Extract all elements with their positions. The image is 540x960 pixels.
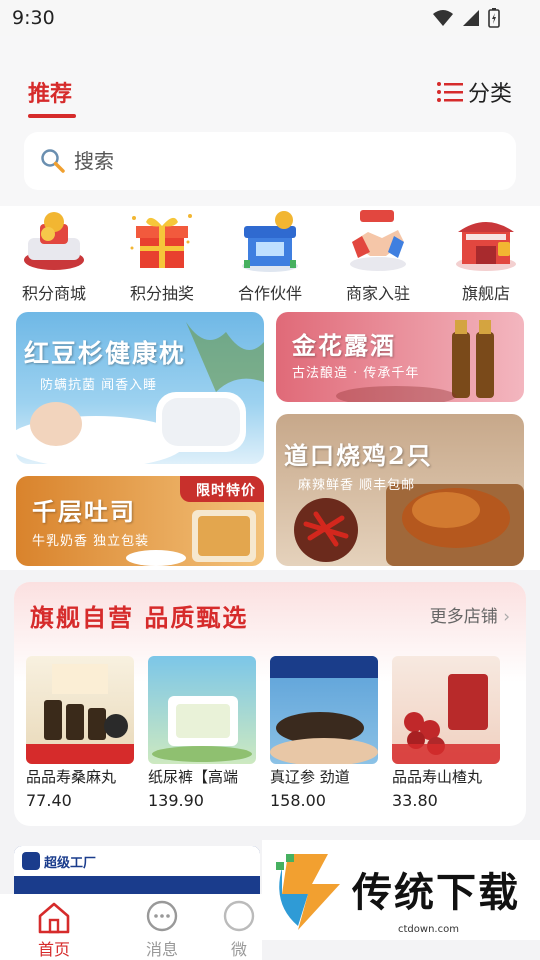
banner-wine-title: 金花露酒 [292,331,396,360]
gift-box-icon [130,214,192,268]
product-price: 77.40 [26,791,72,810]
search-icon [41,149,65,173]
banner-wine-subtitle: 古法酿造 · 传承千年 [292,366,420,381]
banner-toast-title: 千层吐司 [32,497,136,526]
tab-home-label: 首页 [37,940,70,959]
quick-item-lottery[interactable]: 积分抽奖 [108,206,216,310]
category-button[interactable]: 分类 [436,76,512,108]
product-price: 158.00 [270,791,326,810]
quick-item-flagship[interactable]: 旗舰店 [432,206,540,310]
tab-messages[interactable]: 消息 [108,894,216,960]
store-icon [242,211,298,272]
banner-chicken-subtitle: 麻辣鲜香 顺丰包邮 [298,478,416,493]
status-bar: 9:30 [0,0,540,36]
quick-item-label: 商家入驻 [345,284,410,303]
tab-third-label: 微 [230,940,247,959]
tab-underline [28,114,76,118]
more-stores-label: 更多店铺 [429,607,498,627]
quick-item-label: 积分商城 [21,284,86,303]
home-icon [38,902,70,934]
product-price: 33.80 [392,791,438,810]
product-price: 139.90 [148,791,204,810]
points-mall-icon [24,212,84,270]
wifi-icon [433,10,453,26]
product-list: 品品寿桑麻丸 77.40 纸尿裤【高端 139.90 真辽参 劲道 158.00 [26,656,516,810]
bottom-tabbar: 首页 消息 微 [0,894,262,960]
more-stores-link[interactable]: 更多店铺 › [430,602,510,627]
sea-cucumber-illustration [270,656,378,764]
product-image [270,656,378,764]
quick-item-label: 积分抽奖 [129,284,194,303]
product-name: 真辽参 劲道 [270,768,350,786]
banner-pillow-title: 红豆杉健康枕 [24,339,187,368]
tab-home[interactable]: 首页 [0,894,108,960]
banner-pillow[interactable]: 红豆杉健康枕 防螨抗菌 闻香入睡 [16,312,264,464]
quick-icons: 积分商城 积分抽奖 合作伙伴 商家入驻 旗舰店 [0,206,540,310]
product-card[interactable]: 纸尿裤【高端 139.90 [148,656,256,810]
quick-item-label: 合作伙伴 [237,284,302,303]
promo-banners: 红豆杉健康枕 防螨抗菌 闻香入睡 金花露酒 古法酿造 · 传承千年 限时特价 千… [0,310,540,570]
category-label: 分类 [467,82,512,107]
search-bar[interactable] [24,132,516,190]
flagship-title: 旗舰自营 品质甄选 [30,603,249,632]
product-name: 品品寿山楂丸 [392,768,483,786]
banner-wine[interactable]: 金花露酒 古法酿造 · 传承千年 [276,312,524,402]
banner-pillow-subtitle: 防螨抗菌 闻香入睡 [40,378,158,393]
quick-item-merchant[interactable]: 商家入驻 [324,206,432,310]
product-image [26,656,134,764]
status-time: 9:30 [12,7,55,29]
chat-bubble-icon [146,900,178,932]
banner-toast[interactable]: 限时特价 千层吐司 牛乳奶香 独立包装 [16,476,264,566]
product-card[interactable]: 品品寿桑麻丸 77.40 [26,656,134,810]
banner-chicken[interactable]: 道口烧鸡2只 麻辣鲜香 顺丰包邮 [276,414,524,566]
product-name: 纸尿裤【高端 [148,768,239,786]
list-icon [436,82,463,102]
tab-third[interactable]: 微 [216,894,262,960]
quick-item-partners[interactable]: 合作伙伴 [216,206,324,310]
chevron-right-icon: › [503,607,510,627]
product-name: 品品寿桑麻丸 [26,768,117,786]
tab-third-icon [223,900,255,932]
product-image [148,656,256,764]
quick-item-label: 旗舰店 [461,284,510,303]
status-icons [432,8,500,28]
watermark: 传统下载 ctdown.com [262,840,540,940]
header: 推荐 分类 [0,36,540,206]
product-card[interactable]: 真辽参 劲道 158.00 [270,656,378,810]
product-card[interactable]: 品品寿山楂丸 33.80 [392,656,500,810]
quick-item-points-mall[interactable]: 积分商城 [0,206,108,310]
handshake-icon [350,210,406,271]
tab-recommend[interactable]: 推荐 [28,76,72,108]
watermark-text: 传统下载 [352,870,520,916]
banner-toast-subtitle: 牛乳奶香 独立包装 [32,534,150,549]
hawthorn-illustration [392,674,500,764]
factory-logo-icon [22,852,40,870]
signal-icon [463,10,479,26]
watermark-url: ctdown.com [398,924,459,935]
watermark-logo-icon [276,854,340,930]
supplement-jars-illustration [26,664,134,764]
factory-banner-label: 超级工厂 [44,856,97,871]
tab-messages-label: 消息 [145,940,178,959]
diaper-pack-illustration [152,696,252,762]
banner-chicken-title: 道口烧鸡2只 [284,441,433,470]
search-input[interactable] [74,149,454,173]
product-image [392,656,500,764]
flagship-store-icon [456,222,516,271]
battery-icon [488,8,500,28]
